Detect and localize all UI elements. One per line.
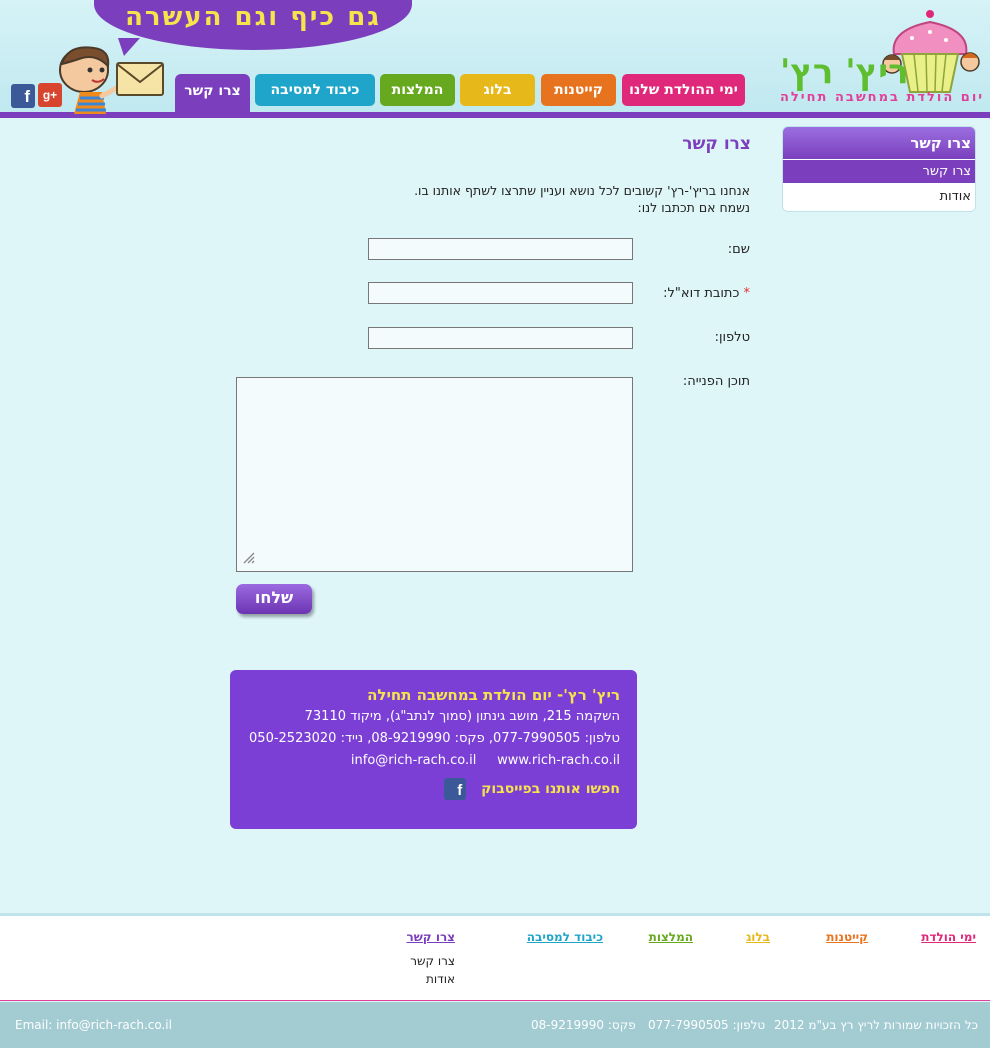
footer-fax: פקס: 08-9219990 xyxy=(531,1018,636,1032)
footer-link-recommendations[interactable]: המלצות xyxy=(649,930,693,944)
google-plus-icon[interactable]: g+ xyxy=(38,83,62,107)
footer-link-catering[interactable]: קייטנות xyxy=(826,930,868,944)
email-field[interactable] xyxy=(368,282,633,304)
contact-info-box: ריץ' רץ'- יום הולדת במחשבה תחילה השקמה 2… xyxy=(230,670,637,829)
sidebar-title: צרו קשר xyxy=(783,127,975,159)
nav-birthdays[interactable]: ימי ההולדת שלנו xyxy=(622,74,745,106)
sidebar-item-contact[interactable]: צרו קשר xyxy=(783,159,975,183)
footer-bar: כל הזכויות שמורות לריץ רץ בע"מ 2012 טלפו… xyxy=(0,1002,990,1048)
footer-phone: טלפון: 077-7990505 xyxy=(648,1018,766,1032)
required-asterisk: * xyxy=(743,286,751,301)
contact-info-phones: טלפון: 077-7990505, פקס: 08-9219990, ניי… xyxy=(249,731,620,746)
footer-link-birthdays[interactable]: ימי הולדת xyxy=(921,930,976,944)
sidebar-menu: צרו קשר צרו קשר אודות xyxy=(782,126,976,212)
envelope-icon xyxy=(116,62,164,96)
footer-link-blog[interactable]: בלוג xyxy=(746,930,770,944)
nav-contact[interactable]: צרו קשר xyxy=(175,74,250,118)
phone-field[interactable] xyxy=(368,327,633,349)
intro-text: אנחנו בריץ'-רץ' קשובים לכל נושא ועניין ש… xyxy=(360,182,750,216)
intro-line-1: אנחנו בריץ'-רץ' קשובים לכל נושא ועניין ש… xyxy=(414,183,750,198)
footer-email[interactable]: Email: info@rich-rach.co.il xyxy=(15,1018,172,1032)
footer-sub-contact[interactable]: צרו קשר xyxy=(410,954,455,968)
contact-info-facebook[interactable]: חפשו אותנו בפייסבוק f xyxy=(230,778,620,800)
footer-copyright: כל הזכויות שמורות לריץ רץ בע"מ 2012 xyxy=(773,1018,978,1032)
nav-blog[interactable]: בלוג xyxy=(460,74,535,106)
resize-grip-icon[interactable] xyxy=(242,552,256,564)
slogan-text: גם כיף וגם העשרה xyxy=(125,2,381,32)
contact-info-web: info@rich-rach.co.il www.rich-rach.co.il xyxy=(230,750,620,772)
facebook-icon[interactable]: f xyxy=(444,778,467,800)
sidebar-item-about[interactable]: אודות xyxy=(783,183,975,211)
header-stripe xyxy=(0,112,990,118)
facebook-label[interactable]: חפשו אותנו בפייסבוק xyxy=(481,781,620,797)
logo-subtitle: יום הולדת במחשבה תחילה xyxy=(780,90,985,105)
logo-title: ריץ' רץ' xyxy=(780,52,909,92)
footer-sub-about[interactable]: אודות xyxy=(426,972,455,986)
nav-recommendations[interactable]: המלצות xyxy=(380,74,455,106)
email-label: * כתובת דוא"ל: xyxy=(640,286,750,301)
footer-link-party-hosting[interactable]: כיבוד למסיבה xyxy=(527,930,603,944)
name-label: שם: xyxy=(727,242,750,257)
nav-catering[interactable]: קייטנות xyxy=(541,74,616,106)
email-label-text: כתובת דוא"ל: xyxy=(663,286,740,301)
footer-links: ימי הולדת קייטנות בלוג המלצות כיבוד למסי… xyxy=(0,913,990,1001)
submit-button[interactable]: שלחו xyxy=(236,584,312,614)
message-field[interactable] xyxy=(236,377,633,572)
page-title: צרו קשר xyxy=(682,134,751,154)
message-label: תוכן הפנייה: xyxy=(682,374,750,389)
nav-party-hosting[interactable]: כיבוד למסיבה xyxy=(255,74,375,106)
contact-info-address: השקמה 215, מושב גינתון (סמוך לנתב"ג), מי… xyxy=(304,709,620,724)
contact-info-website[interactable]: www.rich-rach.co.il xyxy=(497,753,620,768)
contact-info-email[interactable]: info@rich-rach.co.il xyxy=(351,753,476,768)
footer-link-contact[interactable]: צרו קשר xyxy=(406,930,455,944)
facebook-icon[interactable]: f xyxy=(11,84,35,108)
name-field[interactable] xyxy=(368,238,633,260)
contact-info-title: ריץ' רץ'- יום הולדת במחשבה תחילה xyxy=(367,686,620,704)
phone-label: טלפון: xyxy=(714,330,750,345)
intro-line-2: נשמח אם תכתבו לנו: xyxy=(637,200,751,215)
